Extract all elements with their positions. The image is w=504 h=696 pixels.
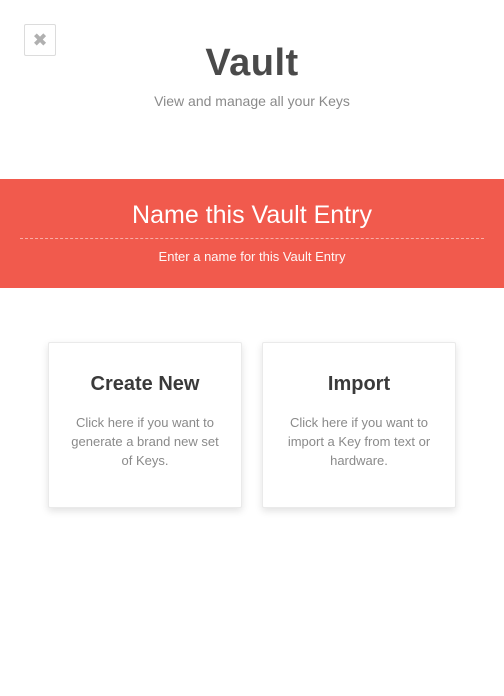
vault-entry-name-input[interactable] [20,201,484,239]
import-title: Import [283,373,435,396]
import-desc: Click here if you want to import a Key f… [283,414,435,471]
create-new-title: Create New [69,373,221,396]
name-entry-hint: Enter a name for this Vault Entry [20,249,484,264]
page-title: Vault [0,42,504,85]
page-subtitle: View and manage all your Keys [0,93,504,109]
modal-header: Vault View and manage all your Keys [0,0,504,139]
create-new-desc: Click here if you want to generate a bra… [69,414,221,471]
close-button[interactable]: ✖ [24,24,56,56]
name-entry-banner: Enter a name for this Vault Entry [0,179,504,288]
action-cards: Create New Click here if you want to gen… [0,288,504,508]
create-new-card[interactable]: Create New Click here if you want to gen… [48,342,242,508]
vault-modal: ✖ Vault View and manage all your Keys En… [0,0,504,696]
import-card[interactable]: Import Click here if you want to import … [262,342,456,508]
close-icon: ✖ [32,30,47,51]
